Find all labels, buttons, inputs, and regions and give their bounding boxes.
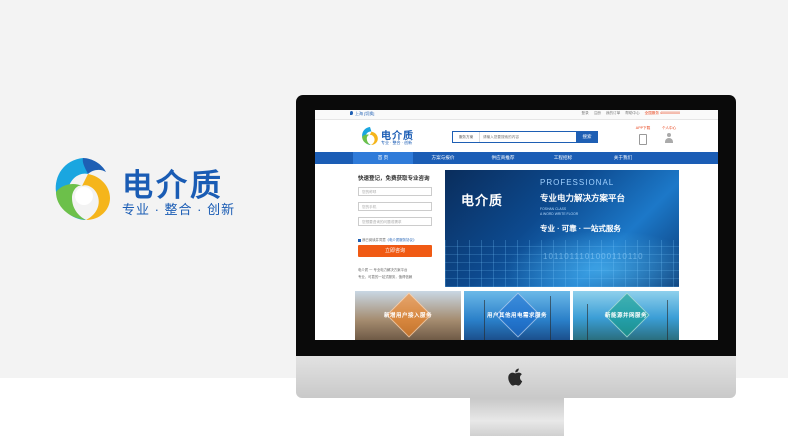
search-bar: 服务方案 搜索 bbox=[452, 131, 598, 143]
service-card-new-energy[interactable]: 新能源并网服务 bbox=[573, 291, 679, 340]
login-link[interactable]: 登录 bbox=[582, 111, 589, 115]
site-logo-tagline: 专业 · 整合 · 创新 bbox=[381, 140, 413, 145]
site-logo-icon bbox=[362, 127, 378, 145]
banner-title: 专业电力解决方案平台 bbox=[540, 193, 626, 203]
nav-item-home[interactable]: 首 页 bbox=[353, 152, 413, 164]
user-center[interactable]: 个人中心 bbox=[658, 126, 680, 143]
banner-brand: 电介质 bbox=[461, 193, 504, 208]
top-bar: 上海 [切换] 登录 注册 我的订单 帮助中心 全国服务 4000000000 bbox=[315, 110, 718, 120]
wind-turbine bbox=[587, 304, 588, 340]
consult-form: 快速登记，免费获取专业咨询 您的称呼 您的手机 您想要咨询的问题或需求 我已阅读… bbox=[355, 170, 441, 290]
my-orders-link[interactable]: 我的订单 bbox=[606, 111, 620, 115]
checkbox-icon bbox=[358, 238, 361, 242]
user-center-label: 个人中心 bbox=[661, 126, 677, 130]
form-note: 专业、可靠的一站式服务，值得信赖 bbox=[358, 275, 413, 279]
form-note: 电介质 一 专业电力解决方案平台 bbox=[358, 268, 408, 272]
service-card-new-user[interactable]: 新增用户接入服务 bbox=[355, 291, 461, 340]
banner-subtitle: A WORD WRITE FLOOR bbox=[540, 212, 579, 216]
consult-submit-button[interactable]: 立即咨询 bbox=[358, 245, 432, 257]
help-center-link[interactable]: 帮助中心 bbox=[625, 111, 639, 115]
site-logo[interactable]: 电介质 专业 · 整合 · 创新 bbox=[361, 126, 421, 148]
search-category-select[interactable]: 服务方案 bbox=[453, 132, 480, 142]
agreement-checkbox[interactable]: 我已阅读并同意《电介质服务协议》 bbox=[358, 237, 416, 242]
apple-logo-icon bbox=[508, 368, 523, 386]
agreement-text: 我已阅读并同意 bbox=[362, 238, 386, 242]
mobile-phone-icon bbox=[639, 134, 647, 145]
phone-field[interactable]: 您的手机 bbox=[358, 202, 432, 211]
search-button[interactable]: 搜索 bbox=[576, 131, 598, 143]
app-download[interactable]: APP下载 bbox=[633, 126, 653, 145]
brand-mark-icon bbox=[55, 158, 110, 220]
power-tower bbox=[484, 300, 485, 340]
banner-subtitle: FOSHAN CLASS bbox=[540, 207, 567, 211]
service-hotline: 全国服务 4000000000 bbox=[644, 111, 680, 115]
brand-logo: 电介质 专业 · 整合 · 创新 bbox=[52, 154, 242, 226]
wind-turbine bbox=[667, 300, 668, 340]
screen: 上海 [切换] 登录 注册 我的订单 帮助中心 全国服务 4000000000 … bbox=[315, 110, 718, 340]
brand-tagline: 专业 · 整合 · 创新 bbox=[122, 202, 236, 217]
top-links: 登录 注册 我的订单 帮助中心 全国服务 4000000000 bbox=[578, 111, 681, 116]
banner-binary: 1011011101000110110 bbox=[543, 252, 644, 261]
search-input[interactable] bbox=[483, 132, 573, 142]
nav-item-tender[interactable]: 工程招标 bbox=[533, 152, 593, 164]
hero-banner[interactable]: 电介质 PROFESSIONAL 专业电力解决方案平台 FOSHAN CLASS… bbox=[445, 170, 679, 287]
agreement-link[interactable]: 《电介质服务协议》 bbox=[386, 238, 417, 242]
nav-item-solutions[interactable]: 方案与报价 bbox=[413, 152, 473, 164]
banner-professional: PROFESSIONAL bbox=[540, 178, 615, 187]
card-label: 用户其他用电需求服务 bbox=[486, 313, 547, 319]
question-field[interactable]: 您想要咨询的问题或需求 bbox=[358, 217, 432, 226]
card-label: 新增用户接入服务 bbox=[383, 313, 432, 319]
location-pin-icon bbox=[350, 111, 353, 115]
city-switch[interactable]: 上海 [切换] bbox=[355, 111, 374, 117]
service-card-other-demand[interactable]: 用户其他用电需求服务 bbox=[464, 291, 570, 340]
app-download-label: APP下载 bbox=[635, 126, 651, 130]
banner-grid bbox=[445, 240, 679, 287]
register-link[interactable]: 注册 bbox=[594, 111, 601, 115]
user-icon bbox=[664, 133, 674, 143]
main-nav: 首 页 方案与报价 供应商推荐 工程招标 关于我们 bbox=[315, 152, 718, 164]
name-field[interactable]: 您的称呼 bbox=[358, 187, 432, 196]
monitor-stand bbox=[470, 398, 564, 436]
site-header: 电介质 专业 · 整合 · 创新 服务方案 搜索 APP下载 个人中心 bbox=[315, 120, 718, 152]
card-label: 新能源并网服务 bbox=[604, 313, 647, 319]
nav-item-about[interactable]: 关于我们 bbox=[593, 152, 653, 164]
nav-item-suppliers[interactable]: 供应商推荐 bbox=[473, 152, 533, 164]
form-title: 快速登记，免费获取专业咨询 bbox=[358, 176, 430, 182]
banner-slogan: 专业 · 可靠 · 一站式服务 bbox=[540, 224, 621, 233]
